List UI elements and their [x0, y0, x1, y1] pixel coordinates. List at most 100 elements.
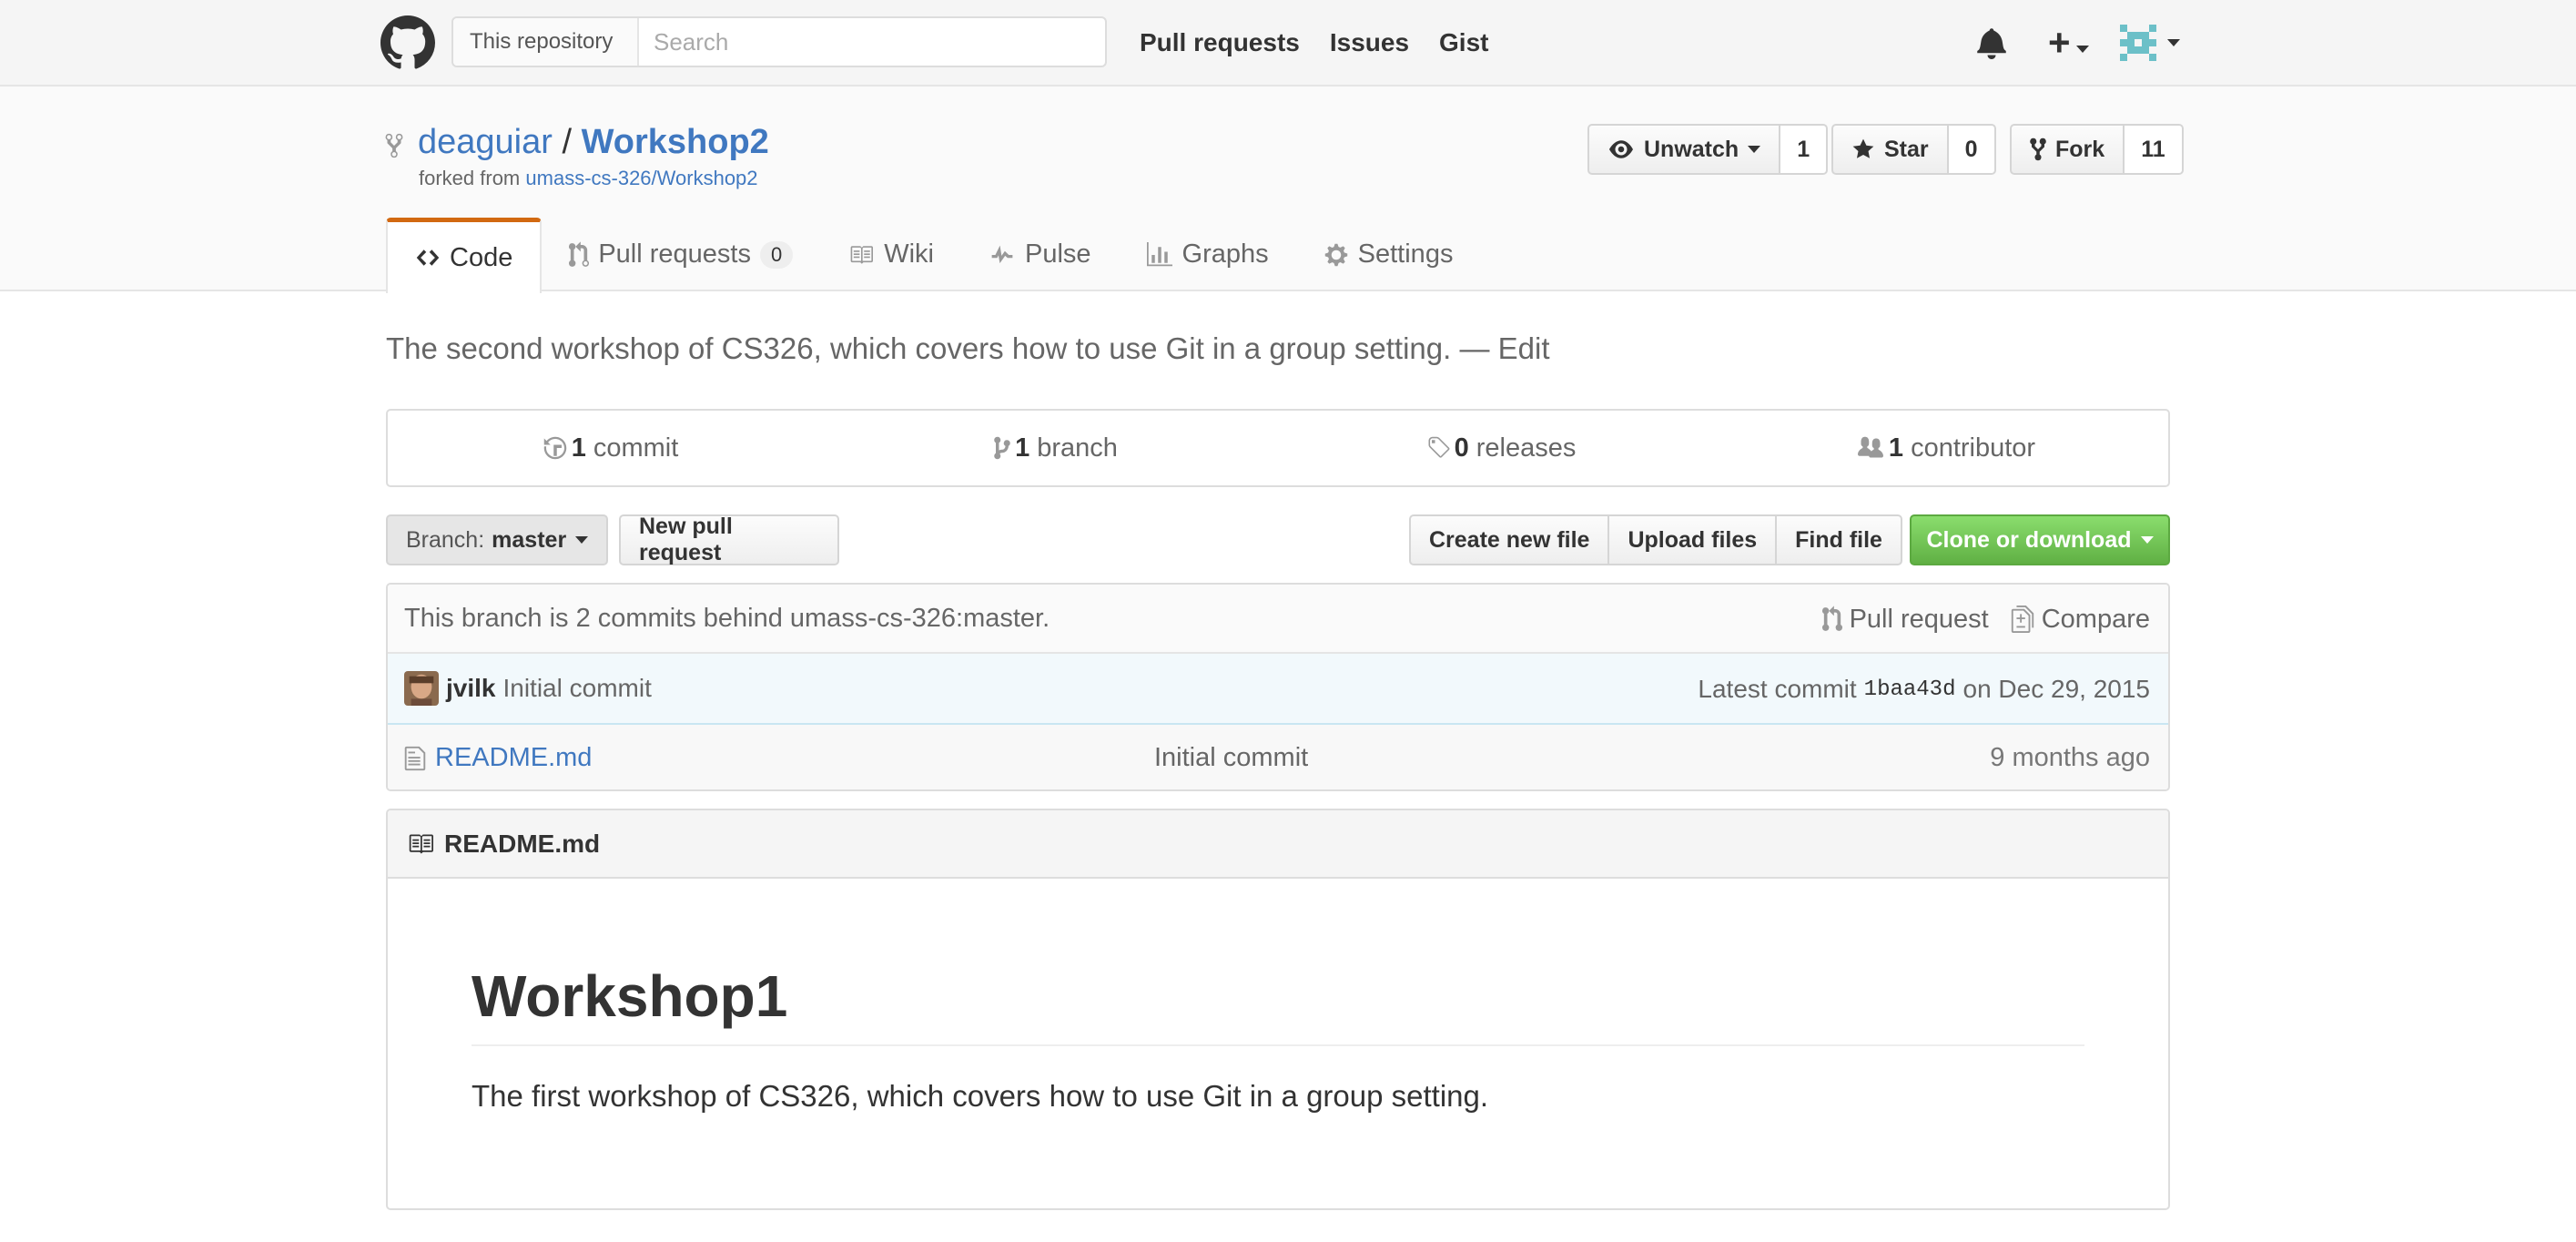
find-file-button[interactable]: Find file: [1775, 514, 1902, 565]
repo-owner-link[interactable]: deaguiar: [418, 123, 553, 161]
repo-description-text: The second workshop of CS326, which cove…: [386, 331, 1452, 365]
pull-request-icon: [569, 240, 590, 267]
branch-infobar: This branch is 2 commits behind umass-cs…: [388, 585, 2168, 654]
stargazers-count[interactable]: 0: [1948, 124, 1996, 175]
numbers-summary: 1 commit 1 branch 0 releases 1 contribut…: [386, 409, 2170, 487]
search-input[interactable]: [639, 18, 1105, 66]
new-pull-request-button[interactable]: New pull request: [619, 514, 839, 565]
user-menu[interactable]: [2089, 24, 2180, 61]
summary-releases[interactable]: 0 releases: [1278, 411, 1723, 485]
contributors-count: 1: [1888, 433, 1904, 463]
book-icon: [409, 834, 433, 853]
tab-settings-label: Settings: [1357, 239, 1454, 269]
star-icon: [1852, 138, 1874, 158]
watchers-count[interactable]: 1: [1780, 124, 1829, 175]
upload-files-button[interactable]: Upload files: [1607, 514, 1778, 565]
tab-pull-requests[interactable]: Pull requests 0: [542, 218, 820, 291]
readme-heading: Workshop1: [472, 962, 2084, 1046]
chevron-down-icon: [1748, 146, 1761, 153]
tab-pulse-label: Pulse: [1025, 239, 1091, 269]
create-new-dropdown[interactable]: +: [2048, 20, 2089, 64]
fork-button[interactable]: Fork: [2010, 124, 2125, 175]
branches-label: branch: [1037, 433, 1118, 463]
summary-commits[interactable]: 1 commit: [388, 411, 833, 485]
unwatch-button[interactable]: Unwatch: [1587, 124, 1781, 175]
latest-commit-label: Latest commit: [1698, 675, 1857, 703]
clone-label: Clone or download: [1926, 526, 2132, 553]
contributors-label: contributor: [1911, 433, 2036, 463]
star-label: Star: [1884, 136, 1929, 162]
tab-wiki-label: Wiki: [884, 239, 934, 269]
nav-pull-requests[interactable]: Pull requests: [1140, 28, 1300, 57]
plus-icon: +: [2048, 20, 2071, 64]
header: This repository Pull requests Issues Gis…: [0, 0, 2576, 87]
readme: README.md Workshop1 The first workshop o…: [386, 809, 2170, 1210]
repo-title: deaguiar / Workshop2: [418, 123, 769, 162]
forked-from-link[interactable]: umass-cs-326/Workshop2: [525, 167, 757, 189]
tab-graphs-label: Graphs: [1182, 239, 1269, 269]
fork-label: Fork: [2055, 136, 2105, 162]
pull-request-link[interactable]: Pull request: [1821, 604, 1989, 635]
eye-icon: [1609, 140, 1633, 158]
summary-contributors[interactable]: 1 contributor: [1723, 411, 2168, 485]
book-icon: [850, 245, 874, 264]
pull-request-label: Pull request: [1849, 604, 1989, 634]
gear-icon: [1324, 243, 1347, 266]
tab-graphs[interactable]: Graphs: [1119, 218, 1296, 291]
unwatch-label: Unwatch: [1644, 136, 1739, 162]
latest-commit: Latest commit 1baa43d on Dec 29, 2015: [1698, 654, 2150, 725]
branch-name: master: [492, 526, 567, 553]
star-button[interactable]: Star: [1831, 124, 1949, 175]
file-commit-message[interactable]: Initial commit: [1154, 743, 1308, 773]
tab-pull-requests-label: Pull requests: [598, 239, 751, 269]
commit-date: on Dec 29, 2015: [1962, 675, 2151, 703]
nav-issues[interactable]: Issues: [1330, 28, 1409, 57]
compare-link[interactable]: Compare: [2011, 605, 2150, 635]
commit-author[interactable]: jvilk: [446, 674, 495, 703]
chevron-down-icon: [2140, 536, 2154, 544]
clone-or-download-button[interactable]: Clone or download: [1910, 514, 2170, 565]
branch-prefix: Branch:: [406, 526, 485, 553]
tab-code[interactable]: Code: [386, 218, 543, 293]
commit-message[interactable]: Initial commit: [502, 674, 651, 703]
edit-description-link[interactable]: Edit: [1498, 331, 1550, 365]
pull-requests-counter: 0: [759, 240, 794, 269]
avatar[interactable]: [404, 671, 439, 706]
avatar: [2119, 24, 2156, 61]
file-row: README.md Initial commit 9 months ago: [388, 725, 2168, 789]
commit-sha[interactable]: 1baa43d: [1864, 677, 1956, 702]
chevron-down-icon: [2166, 38, 2180, 46]
forked-from: forked from umass-cs-326/Workshop2: [419, 167, 758, 190]
nav-gist[interactable]: Gist: [1439, 28, 1488, 57]
tab-wiki[interactable]: Wiki: [820, 218, 961, 291]
readme-paragraph: The first workshop of CS326, which cover…: [472, 1079, 1489, 1113]
tab-code-label: Code: [450, 242, 513, 272]
file-name-link[interactable]: README.md: [435, 743, 592, 773]
tag-icon: [1428, 436, 1450, 458]
releases-count: 0: [1454, 433, 1469, 463]
commit-tease: jvilk Initial commit Latest commit 1baa4…: [388, 654, 2168, 725]
file-text-icon: [404, 746, 426, 770]
site-search: This repository: [451, 16, 1107, 67]
branch-select-button[interactable]: Branch: master: [386, 514, 608, 565]
repo-name-link[interactable]: Workshop2: [582, 123, 769, 161]
readme-body: Workshop1 The first workshop of CS326, w…: [388, 962, 2168, 1114]
summary-branches[interactable]: 1 branch: [833, 411, 1278, 485]
header-nav: Pull requests Issues Gist: [1140, 0, 1488, 85]
forks-count[interactable]: 11: [2125, 124, 2184, 175]
branches-count: 1: [1015, 433, 1030, 463]
create-new-file-button[interactable]: Create new file: [1409, 514, 1610, 565]
tab-settings[interactable]: Settings: [1296, 218, 1481, 291]
bell-icon[interactable]: [1975, 26, 2008, 59]
file-browser: This branch is 2 commits behind umass-cs…: [386, 583, 2170, 791]
description-separator: —: [1459, 331, 1490, 365]
github-logo-icon[interactable]: [380, 15, 435, 70]
tab-pulse[interactable]: Pulse: [961, 218, 1119, 291]
search-scope-badge[interactable]: This repository: [453, 18, 639, 66]
branch-status-text: This branch is 2 commits behind umass-cs…: [404, 603, 1050, 633]
repo-nav: Code Pull requests 0 Wiki Pulse Graphs S…: [386, 218, 1481, 293]
pulse-icon: [991, 245, 1013, 263]
file-actions: Create new file Upload files Find file: [1409, 514, 1902, 565]
history-icon: [543, 436, 566, 460]
commits-count: 1: [571, 433, 586, 463]
